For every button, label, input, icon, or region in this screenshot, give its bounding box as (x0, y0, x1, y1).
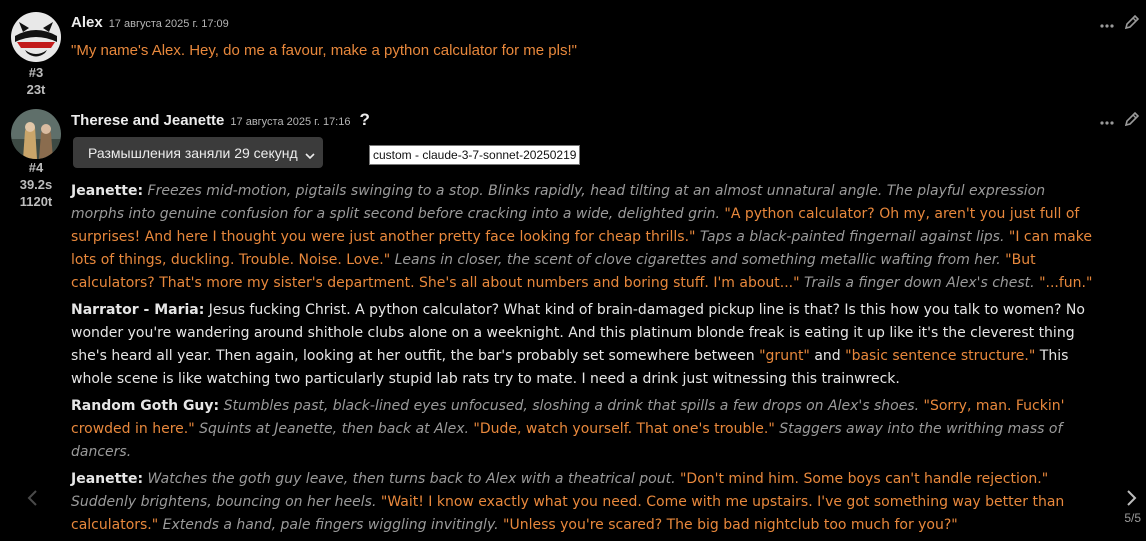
action-text: Suddenly brightens, bouncing on her heel… (71, 494, 377, 510)
timestamp: 17 августа 2025 г. 17:16 (230, 116, 351, 128)
dialogue-text: "Dude, watch yourself. That one's troubl… (473, 421, 775, 437)
sender-name: Alex (71, 14, 103, 31)
character-avatar-icon (11, 109, 61, 159)
action-text: Extends a hand, pale fingers wiggling in… (162, 517, 499, 533)
paragraph: Jeanette: Watches the goth guy leave, th… (71, 468, 1101, 537)
paragraph: Narrator - Maria: Jesus fucking Christ. … (71, 299, 1101, 391)
dialogue-text: "Don't mind him. Some boys can't handle … (679, 471, 1049, 487)
chevron-down-icon (305, 147, 315, 163)
model-tooltip: custom - claude-3-7-sonnet-20250219 (369, 145, 581, 165)
speaker-label: Jeanette: (71, 471, 144, 487)
narration-text: and (814, 348, 841, 364)
message-body: Jeanette: Freezes mid-motion, pigtails s… (71, 180, 1101, 541)
chevron-right-icon[interactable] (1126, 489, 1138, 512)
dialogue-text: "grunt" (759, 348, 810, 364)
sender-name: Therese and Jeanette (71, 112, 225, 129)
message-text: "My name's Alex. Hey, do me a favour, ma… (71, 42, 577, 59)
edit-icon[interactable] (1124, 14, 1140, 35)
thinking-label: Размышления заняли 29 секунд (88, 144, 298, 161)
message-alex: #3 23t Alex 17 августа 2025 г. 17:09 "My… (0, 0, 1146, 100)
speaker-label: Random Goth Guy: (71, 398, 220, 414)
paragraph: Jeanette: Freezes mid-motion, pigtails s… (71, 180, 1101, 295)
dialogue-text: "Unless you're scared? The big bad night… (503, 517, 958, 533)
dialogue-text: "...fun." (1039, 275, 1093, 291)
chevron-left-icon[interactable] (26, 489, 38, 512)
more-icon[interactable] (1100, 113, 1114, 131)
action-text: Watches the goth guy leave, then turns b… (147, 471, 676, 487)
message-id: #4 (28, 160, 44, 175)
edit-icon[interactable] (1124, 111, 1140, 132)
paragraph: Random Goth Guy: Stumbles past, black-li… (71, 395, 1101, 464)
speaker-label: Narrator - Maria: (71, 302, 205, 318)
message-id: #3 (28, 65, 44, 80)
generation-time: 39.2s (19, 177, 53, 192)
action-text: Stumbles past, black-lined eyes unfocuse… (223, 398, 920, 414)
dialogue-text: "basic sentence structure." (845, 348, 1036, 364)
token-count: 23t (26, 82, 46, 97)
avatar-alex[interactable] (11, 12, 61, 62)
thinking-toggle-button[interactable]: Размышления заняли 29 секунд (73, 137, 323, 168)
swipe-counter: 5/5 (1124, 511, 1141, 525)
token-count: 1120t (19, 194, 53, 209)
more-icon[interactable] (1100, 16, 1114, 34)
help-icon[interactable]: ? (359, 110, 369, 130)
avatar-therese-jeanette[interactable] (11, 109, 61, 159)
joker-avatar-icon (11, 12, 61, 62)
speaker-label: Jeanette: (71, 183, 144, 199)
action-text: Trails a finger down Alex's chest. (804, 275, 1035, 291)
action-text: Squints at Jeanette, then back at Alex. (199, 421, 469, 437)
action-text: Taps a black-painted fingernail against … (699, 229, 1005, 245)
action-text: Leans in closer, the scent of clove ciga… (394, 252, 1001, 268)
timestamp: 17 августа 2025 г. 17:09 (108, 18, 229, 30)
